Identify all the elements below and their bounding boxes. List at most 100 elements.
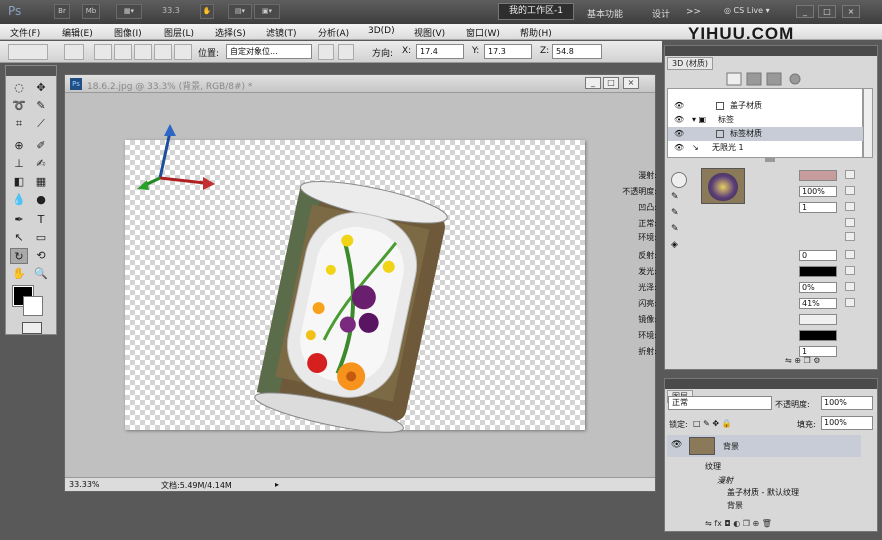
reflection-field[interactable]: 0 — [799, 250, 837, 261]
doc-close-button[interactable]: × — [623, 77, 639, 89]
eyedropper-tool-icon[interactable]: ⟋ — [32, 116, 50, 132]
blur-tool-icon[interactable]: 💧 — [10, 192, 28, 208]
menu-analysis[interactable]: 分析(A) — [318, 26, 349, 39]
save-position-icon[interactable] — [318, 44, 334, 60]
specular-color[interactable] — [799, 314, 837, 325]
workspace-active-button[interactable]: 我的工作区-1 — [498, 3, 574, 20]
shape-tool-icon[interactable]: ▭ — [32, 230, 50, 246]
history-brush-icon[interactable]: ✍ — [32, 156, 50, 172]
delete-position-icon[interactable] — [338, 44, 354, 60]
opacity-texture-icon[interactable] — [845, 186, 855, 195]
maximize-button[interactable]: □ — [818, 5, 836, 18]
minimize-button[interactable]: _ — [796, 5, 814, 18]
roll-3d-icon[interactable] — [94, 44, 112, 60]
tree-row-infinite-light[interactable]: 👁 ↘ 无限光 1 — [668, 141, 864, 155]
doc-maximize-button[interactable]: □ — [603, 77, 619, 89]
hand-tool-button[interactable]: ✋ — [200, 4, 214, 19]
menu-filter[interactable]: 滤镜(T) — [266, 26, 297, 39]
3d-object-graphic[interactable] — [65, 94, 655, 477]
quick-select-tool-icon[interactable]: ✎ — [32, 98, 50, 114]
view-extras-button[interactable]: ▦▾ — [116, 4, 142, 19]
eraser-tool-icon[interactable]: ◧ — [10, 174, 28, 190]
close-button[interactable]: × — [842, 5, 860, 18]
crop-tool-icon[interactable]: ⌗ — [10, 116, 28, 132]
layer-sub-lid-texture[interactable]: 盖子材质 - 默认纹理 — [727, 487, 799, 498]
brush-tool-icon[interactable]: ✐ — [32, 138, 50, 154]
rotated-can-object[interactable] — [252, 173, 451, 440]
material-paint-icon[interactable]: ✎ — [671, 224, 685, 238]
arrange-documents-button[interactable]: ▤▾ — [228, 4, 252, 19]
x-field[interactable]: 17.4 — [416, 44, 464, 59]
layer-visibility-icon[interactable]: 👁 — [671, 440, 682, 450]
document-size[interactable]: 文档:5.49M/4.14M — [161, 480, 232, 491]
blend-mode-select[interactable]: 正常 — [668, 396, 772, 410]
material-select-icon[interactable] — [671, 172, 687, 188]
lasso-tool-icon[interactable]: ➰ — [10, 98, 28, 114]
material-eyedrop-icon[interactable]: ✎ — [671, 208, 685, 222]
position-select[interactable]: 自定对象位... — [226, 44, 312, 59]
reflection-texture-icon[interactable] — [845, 250, 855, 259]
material-bucket-icon[interactable]: ◈ — [671, 240, 685, 254]
dodge-tool-icon[interactable]: ● — [32, 192, 50, 208]
path-select-icon[interactable]: ↖ — [10, 230, 28, 246]
drag-3d-icon[interactable] — [114, 44, 132, 60]
fill-field[interactable]: 100% — [821, 416, 873, 430]
layer-opacity-field[interactable]: 100% — [821, 396, 873, 410]
material-drop-icon[interactable]: ✎ — [671, 192, 685, 206]
tab-3d-materials[interactable]: 3D (材质) — [667, 57, 714, 70]
quick-mask-button[interactable] — [22, 322, 42, 334]
menu-layer[interactable]: 图层(L) — [164, 26, 194, 39]
workspace-design[interactable]: 设计 — [652, 7, 670, 20]
type-tool-icon[interactable]: T — [32, 212, 50, 228]
bump-texture-icon[interactable] — [845, 202, 855, 211]
screen-mode-button[interactable]: ▣▾ — [254, 4, 280, 19]
z-field[interactable]: 54.8 — [552, 44, 602, 59]
doc-minimize-button[interactable]: _ — [585, 77, 601, 89]
canvas-area[interactable] — [65, 94, 655, 477]
gloss-field[interactable]: 0% — [799, 282, 837, 293]
stamp-tool-icon[interactable]: ⊥ — [10, 156, 28, 172]
zoom-level-field[interactable]: 33.3 — [162, 6, 180, 15]
gloss-texture-icon[interactable] — [845, 282, 855, 291]
tree-row-lid-material[interactable]: 👁 盖子材质 — [668, 99, 864, 113]
scale-3d-icon[interactable] — [174, 44, 192, 60]
diffuse-color[interactable] — [799, 170, 837, 181]
slide-3d-icon[interactable] — [154, 44, 172, 60]
tree-row[interactable] — [668, 85, 864, 99]
workspace-more[interactable]: >> — [686, 7, 701, 17]
pen-tool-icon[interactable]: ✒ — [10, 212, 28, 228]
3d-panel-footer-icons[interactable]: ⇋ ⊕ ❐ ⚙ — [785, 356, 820, 365]
tree-row-label[interactable]: 👁 ▾ ▣ 标签 — [668, 113, 864, 127]
gradient-tool-icon[interactable]: ▦ — [32, 174, 50, 190]
tool-preset-picker[interactable] — [8, 44, 48, 60]
layer-sub-background[interactable]: 背景 — [727, 500, 743, 511]
move-tool-icon[interactable]: ✥ — [32, 80, 50, 96]
environment-texture-icon[interactable] — [845, 232, 855, 241]
layers-footer-icons[interactable]: ⇋ fx ◘ ◐ ❐ ⊕ 🗑 — [705, 519, 772, 528]
menu-help[interactable]: 帮助(H) — [520, 26, 552, 39]
workspace-essentials[interactable]: 基本功能 — [587, 7, 623, 20]
status-menu-arrow-icon[interactable]: ▸ — [275, 480, 279, 489]
menu-view[interactable]: 视图(V) — [414, 26, 445, 39]
3d-axis-widget-icon[interactable] — [137, 124, 215, 190]
normal-texture-icon[interactable] — [845, 218, 855, 227]
shine-field[interactable]: 41% — [799, 298, 837, 309]
menu-file[interactable]: 文件(F) — [10, 26, 40, 39]
layer-sub-textures[interactable]: 纹理 — [705, 461, 721, 472]
bump-field[interactable]: 1 — [799, 202, 837, 213]
bridge-button[interactable]: Br — [54, 4, 70, 19]
tree-row-label-material[interactable]: 👁 标签材质 — [668, 127, 864, 141]
zoom-tool-icon[interactable]: 🔍 — [32, 266, 50, 282]
3d-panel-filter-icons[interactable] — [725, 72, 805, 86]
ambient-color[interactable] — [799, 330, 837, 341]
glow-texture-icon[interactable] — [845, 266, 855, 275]
minibridge-button[interactable]: Mb — [82, 4, 100, 19]
panel-resize-handle[interactable] — [765, 158, 775, 162]
hand-tool-icon[interactable]: ✋ — [10, 266, 28, 282]
diffuse-texture-icon[interactable] — [845, 170, 855, 179]
move-3d-icon[interactable] — [134, 44, 152, 60]
menu-edit[interactable]: 编辑(E) — [62, 26, 93, 39]
layer-row-background[interactable]: 👁 背景 — [667, 435, 861, 457]
lock-icons[interactable]: □ ✎ ✥ 🔒 — [693, 419, 732, 428]
shine-texture-icon[interactable] — [845, 298, 855, 307]
